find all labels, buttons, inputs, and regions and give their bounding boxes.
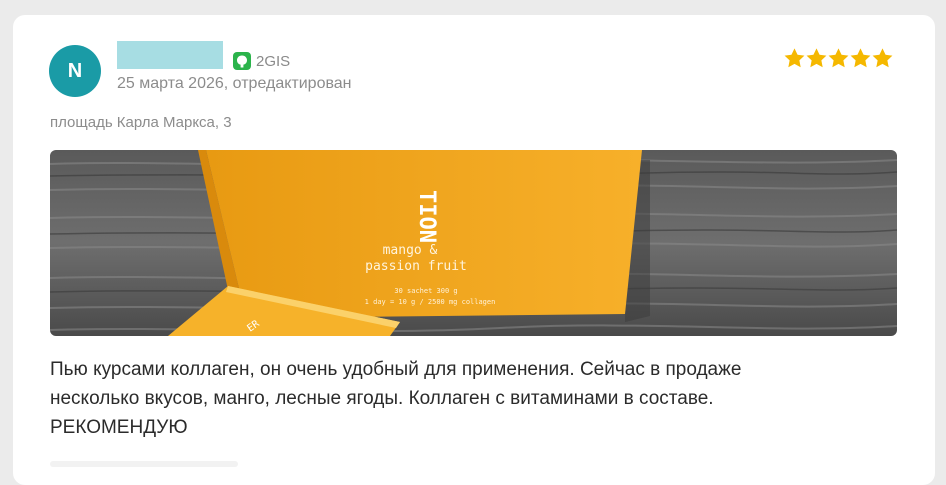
review-card: N 2GIS 25 марта 2026, отредактирован пло… bbox=[13, 15, 935, 485]
review-text: Пью курсами коллаген, он очень удобный д… bbox=[50, 359, 742, 438]
avatar[interactable]: N bbox=[49, 45, 101, 97]
box-flavor-line2: passion fruit bbox=[365, 259, 467, 274]
box-small-line2: 1 day = 10 g / 2500 mg collagen bbox=[365, 298, 496, 306]
collagen-box-photo: TION mango & passion fruit 30 sachet 300… bbox=[50, 150, 897, 336]
review-photo[interactable]: TION mango & passion fruit 30 sachet 300… bbox=[50, 150, 897, 336]
2gis-icon bbox=[233, 52, 251, 70]
star-icon bbox=[828, 48, 849, 68]
rating-stars bbox=[784, 48, 893, 68]
star-icon bbox=[872, 48, 893, 68]
star-icon bbox=[806, 48, 827, 68]
star-icon bbox=[784, 48, 805, 68]
star-icon bbox=[850, 48, 871, 68]
branch-address: площадь Карла Маркса, 3 bbox=[50, 114, 232, 131]
avatar-initial: N bbox=[67, 59, 83, 82]
source-label: 2GIS bbox=[256, 52, 291, 70]
box-small-line1: 30 sachet 300 g bbox=[394, 287, 457, 295]
box-flavor-line1: mango & bbox=[383, 243, 438, 258]
box-brand-text: TION bbox=[414, 190, 439, 243]
review-source: 2GIS bbox=[233, 52, 290, 70]
reply-section-stub bbox=[50, 461, 238, 467]
author-name-redacted[interactable] bbox=[117, 41, 223, 69]
review-date: 25 марта 2026, отредактирован bbox=[117, 75, 352, 92]
